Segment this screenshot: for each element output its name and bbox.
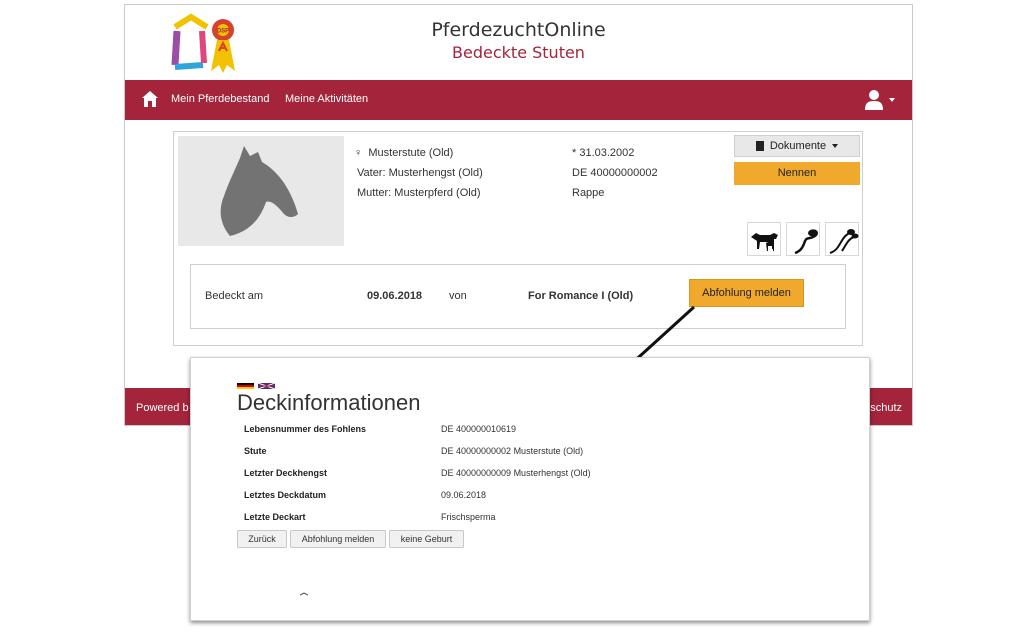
chevron-down-icon [832,144,839,149]
user-icon[interactable] [863,89,885,111]
nav-link-aktivitaeten[interactable]: Meine Aktivitäten [285,93,368,105]
value-deckart: Frischsperma [441,512,496,522]
breeding-icon[interactable] [786,222,820,256]
mating-date: 09.06.2018 [367,290,423,302]
horse-birth: * 31.03.2002 [572,147,635,159]
insemination-icon[interactable] [825,222,859,256]
value-stute: DE 40000000002 Musterstute (Old) [441,446,584,456]
page-subtitle: Bedeckte Stuten [452,43,585,62]
mating-label: Bedeckt am [205,290,264,302]
horse-color: Rappe [572,187,605,199]
dialog-report-foaling-button[interactable]: Abfohlung melden [290,530,386,548]
documents-label: Dokumente [769,140,827,152]
value-deckhengst: DE 40000000009 Musterhengst (Old) [441,468,591,478]
report-foaling-button[interactable]: Abfohlung melden [689,279,804,307]
mating-row: Bedeckt am 09.06.2018 von For Romance I … [190,264,846,329]
header: DSP PferdezuchtOnline Bedeckte Stuten [125,5,912,80]
horse-sire: Vater: Musterhengst (Old) [357,167,483,179]
label-stute: Stute [244,446,267,456]
language-flags[interactable] [237,383,277,389]
deck-info-dialog: Deckinformationen Lebensnummer des Fohle… [190,357,870,621]
horse-card: ♀ Musterstute (Old) Vater: Musterhengst … [173,131,863,346]
horse-id: DE 40000000002 [572,167,658,179]
label-deckart: Letzte Deckart [244,512,306,522]
dialog-title: Deckinformationen [237,390,421,415]
horse-photo-placeholder [178,136,344,246]
label-deckdatum: Letztes Deckdatum [244,490,327,500]
value-fohlen-nummer: DE 400000010619 [441,424,517,434]
mare-foal-icon[interactable] [747,222,781,256]
no-birth-button[interactable]: keine Geburt [389,530,464,548]
value-deckdatum: 09.06.2018 [441,490,487,500]
footer-left-text: Powered b [136,402,189,414]
user-menu-caret-icon[interactable] [889,98,895,102]
female-icon: ♀ [354,147,363,159]
label-fohlen-nummer: Lebensnummer des Fohlens [244,424,367,434]
back-button[interactable]: Zurück [237,530,287,548]
horse-head-icon [220,146,298,236]
mating-by-label: von [449,290,467,302]
label-deckhengst: Letzter Deckhengst [244,468,328,478]
horse-name-text: Musterstute (Old) [368,147,454,159]
horse-name: ♀ Musterstute (Old) [354,147,453,159]
documents-dropdown-button[interactable]: Dokumente [734,135,860,157]
site-title: PferdezuchtOnline [431,19,606,41]
nennen-button[interactable]: Nennen [734,162,860,185]
mating-stallion: For Romance I (Old) [528,290,634,302]
navbar: Mein Pferdebestand Meine Aktivitäten [125,80,912,120]
horse-dam: Mutter: Musterpferd (Old) [357,187,481,199]
home-icon[interactable] [141,90,159,108]
nav-link-pferdebestand[interactable]: Mein Pferdebestand [171,93,269,105]
footer-right-text[interactable]: schutz [870,402,902,414]
file-pdf-icon [755,141,764,152]
cursor-icon [300,592,308,596]
